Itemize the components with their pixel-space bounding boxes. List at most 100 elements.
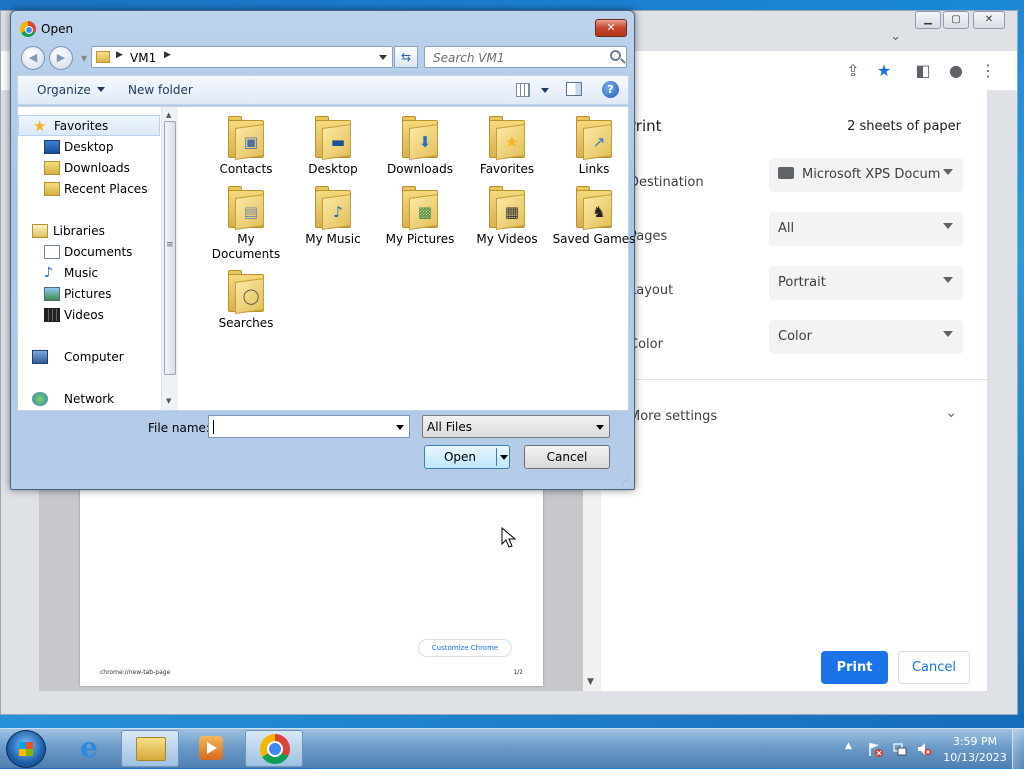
file-item-searches[interactable]: ◯ Searches bbox=[203, 261, 289, 331]
chevron-down-icon[interactable]: ⌄ bbox=[945, 405, 957, 421]
scroll-down-arrow-icon[interactable]: ▼ bbox=[166, 397, 171, 405]
more-settings-toggle[interactable]: More settings bbox=[629, 409, 717, 424]
nav-item-desktop[interactable]: Desktop bbox=[18, 137, 160, 158]
share-icon[interactable]: ⇪ bbox=[843, 61, 863, 81]
nav-item-favorites[interactable]: ★ Favorites bbox=[18, 115, 160, 136]
nav-label: Libraries bbox=[53, 224, 105, 238]
destination-select[interactable]: Microsoft XPS Docum bbox=[769, 158, 963, 192]
scroll-down-arrow-icon[interactable]: ▼ bbox=[587, 677, 594, 687]
help-icon[interactable]: ? bbox=[602, 81, 619, 98]
folder-explorer-icon bbox=[136, 737, 166, 761]
folder-icon: ◯ bbox=[228, 270, 264, 315]
address-bar[interactable]: ▶ VM1 ▶ bbox=[91, 46, 393, 68]
nav-item-music[interactable]: ♪ Music bbox=[18, 263, 160, 284]
file-item-contacts[interactable]: ▣ Contacts bbox=[203, 107, 289, 177]
chrome-logo-icon bbox=[260, 734, 290, 764]
search-icon[interactable] bbox=[610, 50, 621, 61]
breadcrumb-arrow-icon[interactable]: ▶ bbox=[164, 50, 171, 60]
minimize-button[interactable]: ▁ bbox=[915, 11, 941, 29]
scroll-up-arrow-icon[interactable]: ▲ bbox=[166, 111, 171, 119]
dialog-titlebar[interactable]: Open ✕ bbox=[11, 11, 634, 41]
open-options-caret-icon[interactable] bbox=[500, 455, 508, 460]
sheets-count: 2 sheets of paper bbox=[847, 119, 961, 134]
open-button[interactable]: Open bbox=[424, 445, 510, 469]
file-type-value: All Files bbox=[427, 420, 473, 434]
address-dropdown-caret-icon[interactable] bbox=[379, 55, 387, 60]
file-item-my-videos[interactable]: ▦ My Videos bbox=[464, 177, 550, 247]
search-input[interactable]: Search VM1 bbox=[424, 46, 627, 68]
taskbar-windows-explorer[interactable] bbox=[121, 730, 179, 767]
refresh-button[interactable]: ⇆ bbox=[394, 46, 418, 68]
destination-label: Destination bbox=[629, 175, 704, 190]
change-view-icon[interactable] bbox=[516, 83, 530, 97]
resize-grip-icon[interactable]: ⋰ bbox=[622, 476, 630, 485]
back-button[interactable]: ◀ bbox=[21, 46, 45, 70]
file-item-my-documents[interactable]: ▤ My Documents bbox=[203, 177, 289, 262]
breadcrumb-vm1[interactable]: VM1 bbox=[130, 51, 156, 65]
network-status-icon[interactable] bbox=[892, 741, 908, 757]
page-footer-url: chrome://new-tab-page bbox=[100, 669, 171, 676]
nav-item-videos[interactable]: Videos bbox=[18, 305, 160, 326]
dropdown-caret-icon bbox=[943, 331, 953, 337]
file-label: Favorites bbox=[479, 162, 535, 176]
file-item-desktop[interactable]: ▬ Desktop bbox=[290, 107, 376, 177]
file-item-favorites[interactable]: ★ Favorites bbox=[464, 107, 550, 177]
show-desktop-button[interactable] bbox=[1012, 729, 1024, 769]
preview-pane-icon[interactable] bbox=[566, 82, 582, 96]
taskbar-media-player[interactable] bbox=[182, 730, 240, 767]
file-name-input[interactable] bbox=[208, 415, 410, 438]
computer-icon bbox=[32, 350, 48, 364]
dialog-cancel-button[interactable]: Cancel bbox=[524, 445, 610, 469]
show-hidden-icons-icon[interactable]: ▲ bbox=[845, 741, 852, 751]
music-note-icon: ♪ bbox=[44, 265, 53, 281]
close-button[interactable]: ✕ bbox=[973, 11, 1005, 29]
profile-avatar-icon[interactable]: ● bbox=[946, 61, 966, 81]
recent-locations-caret-icon[interactable]: ▼ bbox=[81, 54, 87, 63]
settings-divider bbox=[601, 379, 987, 380]
nav-item-documents[interactable]: Documents bbox=[18, 242, 160, 263]
breadcrumb-arrow-icon[interactable]: ▶ bbox=[116, 50, 123, 60]
nav-item-libraries[interactable]: Libraries bbox=[18, 221, 160, 242]
nav-item-recent-places[interactable]: Recent Places bbox=[18, 179, 160, 200]
action-center-flag-icon[interactable] bbox=[867, 741, 883, 757]
folder-icon: ↗ bbox=[576, 116, 612, 161]
nav-label: Pictures bbox=[64, 287, 112, 301]
file-item-downloads[interactable]: ⬇ Downloads bbox=[377, 107, 463, 177]
scrollbar-thumb[interactable] bbox=[164, 121, 176, 375]
organize-button[interactable]: Organize bbox=[37, 83, 105, 97]
file-item-my-music[interactable]: ♪ My Music bbox=[290, 177, 376, 247]
file-item-saved-games[interactable]: ♞ Saved Games bbox=[551, 177, 637, 247]
file-item-my-pictures[interactable]: ▩ My Pictures bbox=[377, 177, 463, 247]
bookmark-star-icon[interactable]: ★ bbox=[874, 61, 894, 81]
nav-item-network[interactable]: Network bbox=[18, 389, 160, 410]
maximize-button[interactable]: ▢ bbox=[943, 11, 969, 29]
new-folder-button[interactable]: New folder bbox=[128, 83, 193, 97]
print-cancel-button[interactable]: Cancel bbox=[898, 651, 970, 684]
nav-item-downloads[interactable]: Downloads bbox=[18, 158, 160, 179]
contacts-icon: ▣ bbox=[243, 133, 259, 151]
tab-search-chevron-icon[interactable]: ⌄ bbox=[890, 29, 901, 44]
taskbar-internet-explorer[interactable]: e bbox=[60, 730, 118, 767]
layout-select[interactable]: Portrait bbox=[769, 266, 963, 300]
file-type-select[interactable]: All Files bbox=[422, 415, 610, 438]
start-button[interactable] bbox=[6, 730, 46, 768]
system-clock[interactable]: 3:59 PM 10/13/2023 bbox=[940, 734, 1010, 766]
view-options-caret-icon[interactable] bbox=[541, 88, 549, 93]
volume-muted-icon[interactable] bbox=[916, 741, 932, 757]
file-label: Saved Games bbox=[552, 232, 636, 246]
navigation-scrollbar[interactable]: ▲ ▼ bbox=[161, 107, 178, 410]
print-button[interactable]: Print bbox=[821, 651, 888, 684]
menu-kebab-icon[interactable]: ⋮ bbox=[978, 61, 998, 81]
folder-icon: ♪ bbox=[315, 186, 351, 231]
file-name-dropdown-caret-icon[interactable] bbox=[396, 425, 404, 430]
side-panel-icon[interactable]: ◧ bbox=[913, 61, 933, 81]
color-select[interactable]: Color bbox=[769, 320, 963, 354]
nav-item-pictures[interactable]: Pictures bbox=[18, 284, 160, 305]
taskbar-chrome[interactable] bbox=[245, 730, 303, 767]
nav-item-computer[interactable]: Computer bbox=[18, 347, 160, 368]
dialog-close-button[interactable]: ✕ bbox=[595, 19, 627, 37]
desktop-icon bbox=[44, 140, 60, 154]
pages-select[interactable]: All bbox=[769, 212, 963, 246]
forward-button[interactable]: ▶ bbox=[49, 46, 73, 70]
file-item-links[interactable]: ↗ Links bbox=[551, 107, 637, 177]
